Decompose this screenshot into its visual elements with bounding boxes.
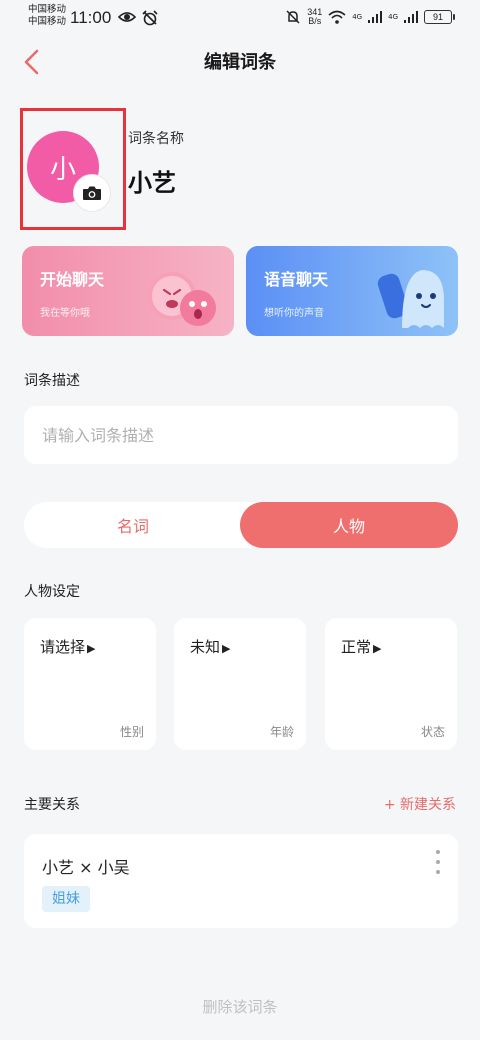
- age-value: 未知 ▶: [190, 638, 231, 656]
- carrier-info: 中国移动 中国移动: [28, 4, 66, 28]
- entry-name-label: 词条名称: [128, 131, 184, 147]
- delete-entry-button[interactable]: 删除该词条: [0, 996, 480, 1017]
- new-relation-button[interactable]: + 新建关系: [384, 794, 456, 814]
- voice-chat-card[interactable]: 语音聊天 想听你的声音: [246, 246, 458, 336]
- gender-setting-card[interactable]: 请选择 ▶ 性别: [24, 618, 156, 750]
- person-settings-label: 人物设定: [24, 584, 80, 600]
- ghost-phone-icon: [377, 270, 444, 328]
- wifi-icon: [328, 10, 346, 24]
- age-label: 年龄: [269, 725, 294, 739]
- camera-icon: [83, 186, 101, 200]
- signal-1-icon: [368, 11, 383, 23]
- relations-label: 主要关系: [24, 797, 80, 813]
- type-noun-option[interactable]: 名词: [24, 502, 242, 548]
- signal-2-icon: [404, 11, 418, 23]
- dropdown-triangle-icon: ▶: [222, 642, 231, 655]
- start-chat-card[interactable]: 开始聊天 我在等你哦: [22, 246, 234, 336]
- relation-names: 小艺 × 小吴: [42, 858, 130, 877]
- carrier-1: 中国移动: [28, 4, 67, 15]
- status-setting-card[interactable]: 正常 ▶ 状态: [325, 618, 457, 750]
- description-label: 词条描述: [24, 373, 80, 389]
- eye-icon: [118, 12, 136, 22]
- start-chat-title: 开始聊天: [40, 270, 105, 289]
- avatar-highlight-box[interactable]: 小: [20, 108, 126, 230]
- status-bar: 中国移动 中国移动 11:00 341 B/s 4G 4G 91: [0, 0, 480, 36]
- type-person-option[interactable]: 人物: [240, 502, 458, 548]
- entry-type-toggle: 名词 人物: [24, 502, 458, 548]
- signal-2-type: 4G: [388, 13, 398, 21]
- entry-name-value[interactable]: 小艺: [128, 163, 176, 198]
- status-value: 正常 ▶: [341, 638, 382, 656]
- gender-label: 性别: [119, 725, 144, 739]
- page-title: 编辑词条: [204, 52, 276, 73]
- change-avatar-button[interactable]: [73, 174, 111, 212]
- battery-icon: 91: [424, 10, 455, 24]
- dropdown-triangle-icon: ▶: [87, 642, 96, 655]
- status-time: 11:00: [70, 8, 112, 27]
- signal-1-type: 4G: [352, 13, 363, 21]
- header: 编辑词条: [0, 40, 480, 84]
- net-speed: 341 B/s: [307, 7, 323, 26]
- gender-value: 请选择 ▶: [40, 638, 96, 656]
- alarm-off-icon: [142, 10, 158, 26]
- emoji-bubbles-icon: [148, 272, 216, 326]
- more-options-icon[interactable]: [434, 850, 442, 874]
- relation-tag: 姐妹: [42, 886, 90, 912]
- voice-chat-subtitle: 想听你的声音: [264, 308, 324, 319]
- description-input[interactable]: [24, 406, 458, 464]
- status-label: 状态: [420, 725, 445, 739]
- age-setting-card[interactable]: 未知 ▶ 年龄: [174, 618, 306, 750]
- dropdown-triangle-icon: ▶: [373, 642, 382, 655]
- relation-card[interactable]: 小艺 × 小吴 姐妹: [24, 834, 458, 928]
- carrier-2: 中国移动: [28, 16, 67, 27]
- start-chat-subtitle: 我在等你哦: [40, 308, 90, 319]
- mute-icon: [286, 10, 300, 24]
- voice-chat-title: 语音聊天: [264, 270, 329, 289]
